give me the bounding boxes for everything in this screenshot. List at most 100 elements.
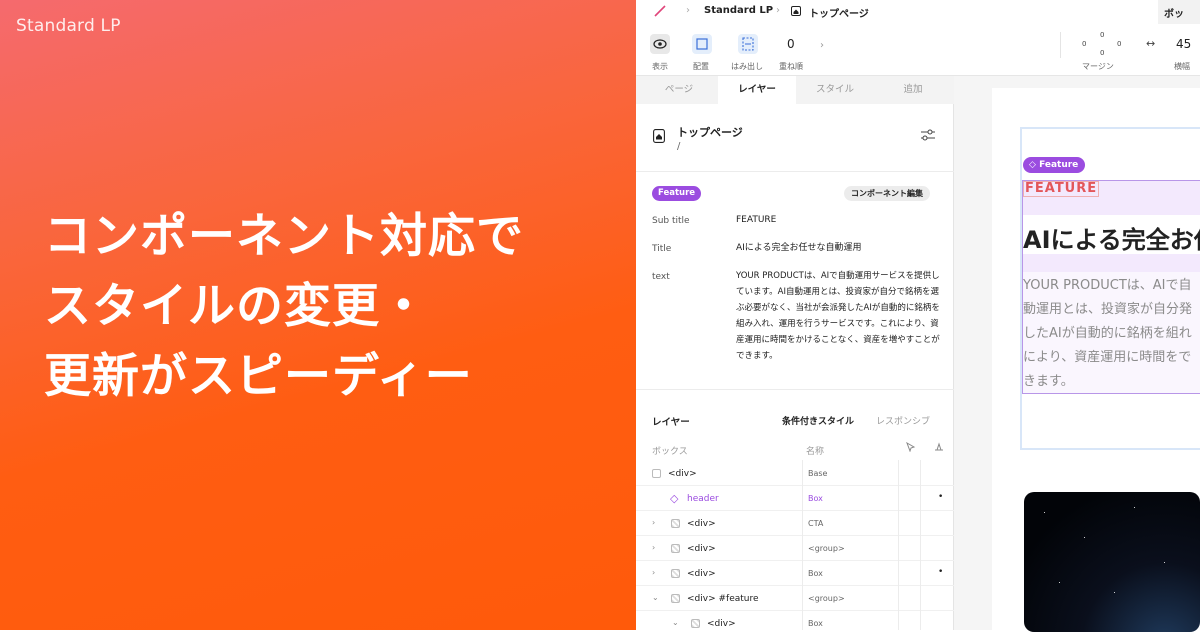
box-icon bbox=[671, 594, 680, 603]
headline: コンポーネント対応で スタイルの変更・ 更新がスピーディー bbox=[44, 202, 524, 412]
chevron-right-icon: › bbox=[686, 5, 690, 16]
page-title: トップページ bbox=[677, 126, 743, 139]
eye-icon bbox=[653, 39, 667, 49]
edit-component-button[interactable]: コンポーネント編集 bbox=[844, 186, 930, 201]
layer-row[interactable]: <div> Base bbox=[636, 461, 954, 486]
tab-layer[interactable]: レイヤー bbox=[718, 76, 796, 104]
headline-line-2: スタイルの変更・ bbox=[44, 279, 428, 334]
divider bbox=[1060, 32, 1061, 58]
breadcrumb-page[interactable]: トップページ bbox=[809, 5, 869, 20]
chevron-right-icon[interactable]: › bbox=[820, 40, 824, 51]
box-icon bbox=[691, 619, 700, 628]
prop-value-title[interactable]: AIによる完全お任せな自動運用 bbox=[736, 240, 942, 256]
canvas-text[interactable]: YOUR PRODUCTは、AIで自動運用とは、投資家が自分発したAIが自動的に… bbox=[1023, 274, 1200, 394]
component-diamond-icon: ◇ bbox=[1029, 160, 1036, 170]
box-icon bbox=[671, 569, 680, 578]
margin-bottom[interactable]: 0 bbox=[1100, 49, 1104, 57]
column-divider bbox=[802, 460, 803, 630]
overflow-button[interactable] bbox=[738, 34, 758, 54]
layer-row[interactable]: › <div> Box • bbox=[636, 561, 954, 586]
chevron-right-icon: › bbox=[776, 5, 780, 16]
home-icon bbox=[791, 6, 801, 16]
layer-value: Box bbox=[808, 494, 823, 503]
page-path: / bbox=[677, 141, 681, 152]
layer-row[interactable]: › <div> <group> bbox=[636, 536, 954, 561]
layer-value: Box bbox=[808, 619, 823, 628]
canvas-subtitle[interactable]: FEATURE bbox=[1023, 181, 1100, 197]
column-name: 名称 bbox=[806, 447, 825, 457]
layer-value: Box bbox=[808, 569, 823, 578]
tab-add[interactable]: 追加 bbox=[874, 76, 952, 104]
layer-row[interactable]: › <div> CTA bbox=[636, 511, 954, 536]
margin-right[interactable]: 0 bbox=[1117, 40, 1121, 48]
box-icon bbox=[671, 519, 680, 528]
page-header: トップページ / bbox=[636, 104, 954, 172]
tool-label-overflow: はみ出し bbox=[731, 62, 763, 71]
layer-name: header bbox=[687, 494, 719, 504]
right-panel-tab[interactable]: ボッ bbox=[1158, 0, 1200, 24]
prop-value-text[interactable]: YOUR PRODUCTは、AIで自動運用サービスを提供しています。AI自動運用… bbox=[736, 268, 942, 364]
margin-label: マージン bbox=[1082, 62, 1114, 71]
prop-key-text: text bbox=[652, 272, 670, 282]
component-properties: Feature コンポーネント編集 Sub title FEATURE Titl… bbox=[636, 172, 954, 390]
headline-line-3: 更新がスピーディー bbox=[44, 349, 473, 404]
home-icon bbox=[653, 129, 665, 143]
layer-name: <div> bbox=[707, 619, 736, 629]
layer-name: <div> #feature bbox=[687, 594, 759, 604]
tab-style[interactable]: スタイル bbox=[796, 76, 874, 104]
layer-name: <div> bbox=[668, 469, 697, 479]
tool-label-place: 配置 bbox=[693, 62, 709, 71]
prop-key-title: Title bbox=[652, 244, 672, 254]
layers-title: レイヤー bbox=[652, 417, 690, 428]
placement-button[interactable] bbox=[692, 34, 712, 54]
layer-value: CTA bbox=[808, 519, 824, 528]
layer-value: Base bbox=[808, 469, 828, 478]
breadcrumb: › Standard LP › トップページ ボッ bbox=[636, 0, 1200, 24]
headline-line-1: コンポーネント対応で bbox=[44, 209, 524, 264]
prop-value-subtitle[interactable]: FEATURE bbox=[736, 212, 942, 228]
component-pill: Feature bbox=[652, 186, 702, 201]
prop-key-subtitle: Sub title bbox=[652, 216, 690, 226]
layer-row[interactable]: ◇ header Box • bbox=[636, 486, 954, 511]
box-icon bbox=[671, 544, 680, 553]
tab-page[interactable]: ページ bbox=[640, 76, 718, 104]
canvas-title[interactable]: AIによる完全お任 bbox=[1023, 220, 1200, 255]
width-value[interactable]: 45 bbox=[1176, 37, 1191, 51]
placement-icon bbox=[696, 38, 708, 50]
chevron-down-icon[interactable]: ⌄ bbox=[652, 593, 659, 602]
layer-name: <div> bbox=[687, 544, 716, 554]
eye-icon-button[interactable] bbox=[650, 34, 670, 54]
chevron-right-icon[interactable]: › bbox=[652, 568, 655, 577]
cursor-icon bbox=[906, 442, 916, 452]
tool-label-view: 表示 bbox=[652, 62, 668, 71]
responsive-tab[interactable]: レスポンシブ bbox=[876, 414, 930, 427]
settings-sliders-icon[interactable] bbox=[920, 128, 936, 142]
layer-dot: • bbox=[938, 567, 944, 577]
checkbox[interactable] bbox=[652, 469, 661, 478]
pencil-icon[interactable] bbox=[653, 4, 667, 18]
space-image bbox=[1024, 492, 1200, 632]
layer-value: <group> bbox=[808, 594, 845, 603]
layer-row[interactable]: ⌄ <div> #feature <group> bbox=[636, 586, 954, 611]
overflow-icon bbox=[742, 37, 754, 51]
panel-tabs: ページ レイヤー スタイル 追加 bbox=[636, 76, 954, 104]
breadcrumb-site[interactable]: Standard LP bbox=[704, 5, 773, 16]
promo-panel: Standard LP コンポーネント対応で スタイルの変更・ 更新がスピーディ… bbox=[0, 0, 636, 630]
mobile-icon bbox=[935, 442, 943, 451]
chevron-right-icon[interactable]: › bbox=[652, 543, 655, 552]
margin-top[interactable]: 0 bbox=[1100, 31, 1104, 39]
chevron-right-icon[interactable]: › bbox=[652, 518, 655, 527]
inspector-panel: ページ レイヤー スタイル 追加 トップページ / Feature コンポーネン… bbox=[636, 76, 954, 630]
layers-section: レイヤー 条件付きスタイル レスポンシブ ボックス 名称 <div> Base … bbox=[636, 390, 954, 630]
feature-tag[interactable]: ◇ Feature bbox=[1023, 157, 1086, 173]
layer-row[interactable]: ⌄ <div> Box bbox=[636, 611, 954, 630]
width-label: 横幅 bbox=[1174, 62, 1190, 71]
layer-name: <div> bbox=[687, 569, 716, 579]
feature-tag-label: Feature bbox=[1039, 160, 1079, 170]
margin-left[interactable]: 0 bbox=[1082, 40, 1086, 48]
layer-name: <div> bbox=[687, 519, 716, 529]
stack-order-value[interactable]: 0 bbox=[787, 37, 795, 51]
conditional-style-tab[interactable]: 条件付きスタイル bbox=[782, 414, 854, 427]
margin-control[interactable]: 0 0 0 0 bbox=[1082, 31, 1122, 59]
chevron-down-icon[interactable]: ⌄ bbox=[672, 618, 679, 627]
